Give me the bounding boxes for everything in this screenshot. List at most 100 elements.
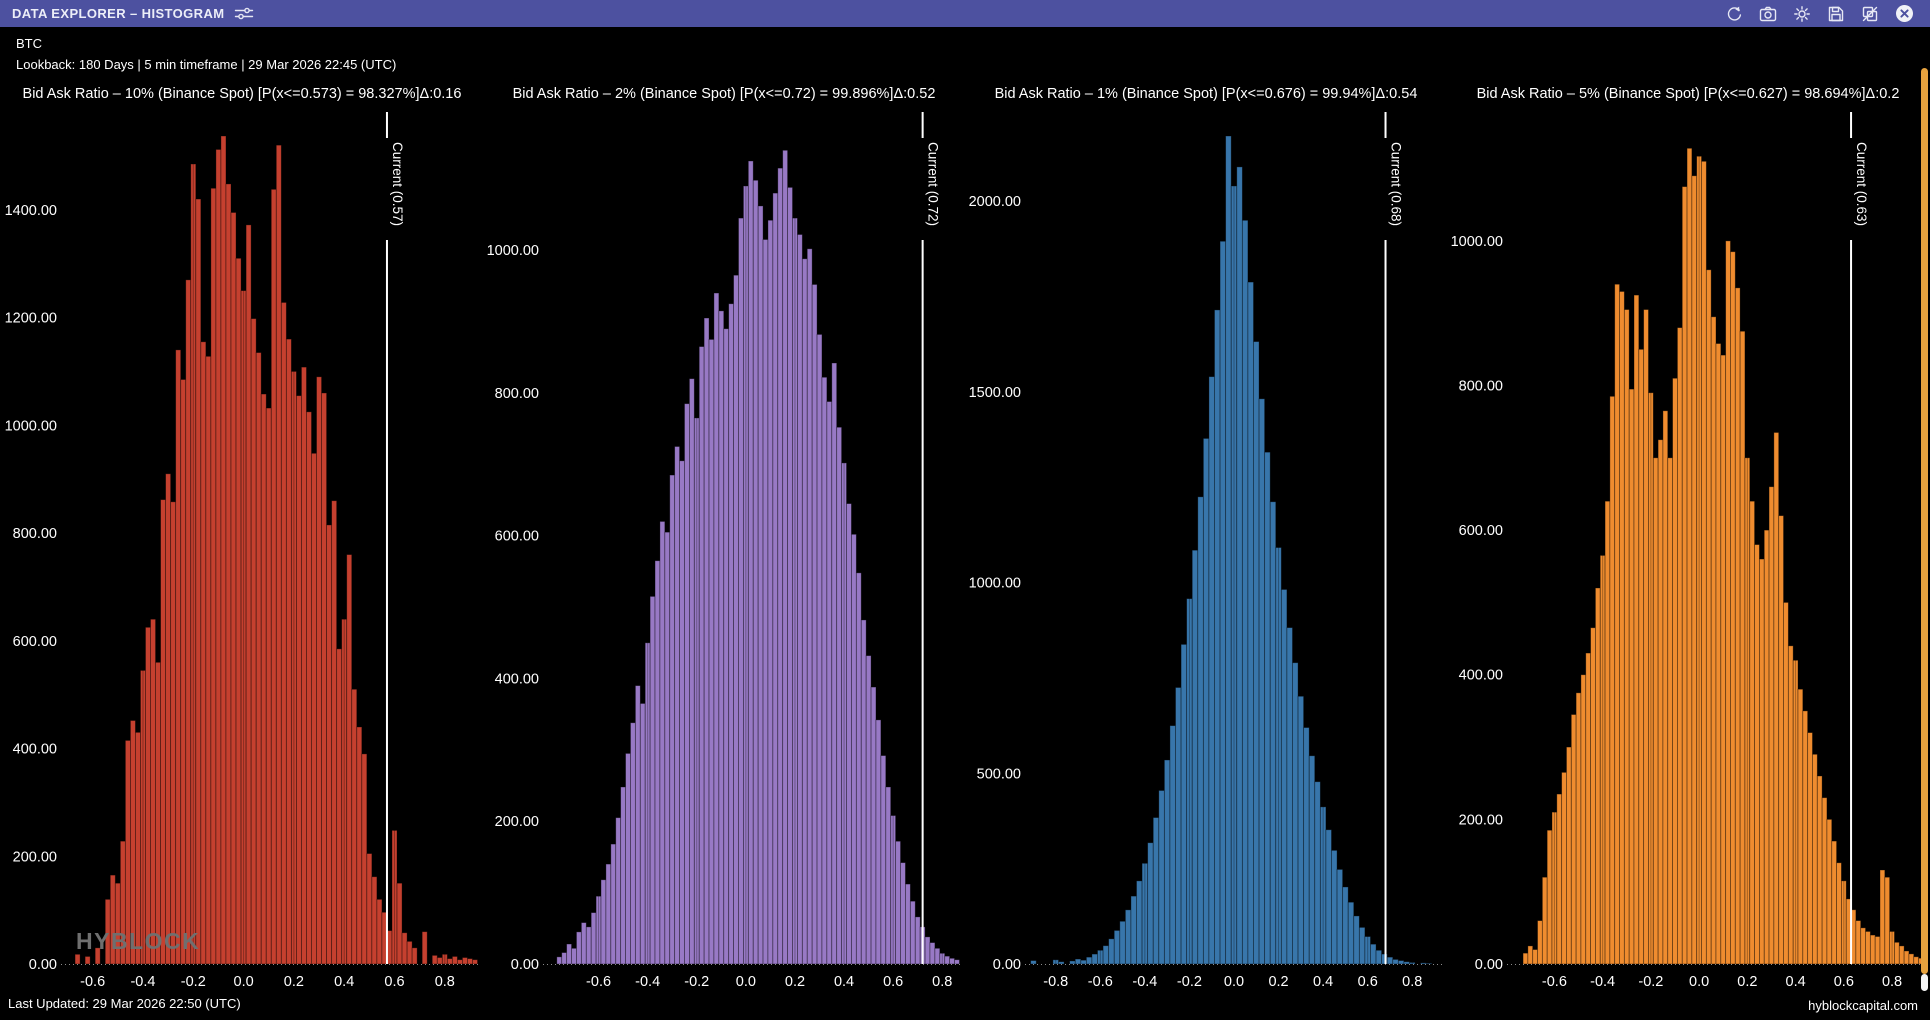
histogram-bar (1750, 501, 1755, 964)
hyblock-watermark: HYBLOCK (76, 928, 200, 955)
histogram-bar (1354, 916, 1360, 964)
histogram-bar (1198, 497, 1204, 964)
histogram-bar (1192, 550, 1198, 964)
histogram-bar (881, 756, 886, 964)
histogram-bar (377, 899, 382, 964)
histogram-bar (246, 225, 251, 964)
histogram-bar (1784, 602, 1789, 964)
histogram-bar (186, 280, 191, 964)
x-axis: -0.8-0.6-0.4-0.20.00.20.40.60.8 (1043, 974, 1422, 990)
x-axis: -0.6-0.4-0.20.00.20.40.60.8 (80, 974, 455, 990)
y-tick-label: 200.00 (1459, 812, 1503, 828)
histogram-bar (286, 339, 291, 964)
y-tick-label: 800.00 (495, 386, 539, 402)
histogram-bar (1702, 161, 1707, 964)
histogram-bar (251, 319, 256, 964)
histogram-bar (1774, 432, 1779, 964)
histogram-plot-bid-ask-2: 0.00200.00400.00600.00800.001000.00-0.6-… (483, 108, 965, 996)
histogram-bar (719, 311, 724, 964)
histogram-bar (1176, 687, 1182, 964)
current-value-label: Current (0.57) (390, 142, 405, 226)
histogram-bar (1404, 962, 1410, 964)
histogram-bar (925, 937, 930, 964)
histogram-bar (1812, 754, 1817, 964)
current-value-label: Current (0.72) (926, 142, 941, 226)
histogram-bar (1909, 954, 1914, 964)
histogram-bar (675, 447, 680, 965)
histogram-bar (462, 958, 467, 964)
histogram-bar (861, 620, 866, 964)
y-tick-label: 800.00 (13, 526, 57, 542)
histogram-bar (372, 877, 377, 964)
settings-icon[interactable] (1793, 5, 1811, 23)
x-tick-label: 0.4 (834, 974, 854, 990)
close-icon[interactable] (1895, 4, 1914, 23)
histogram-bar (748, 161, 753, 964)
histogram-bar (1562, 772, 1567, 964)
histogram-bar (901, 863, 906, 964)
histogram-bar (432, 955, 437, 964)
histogram-bar (1370, 944, 1376, 964)
histogram-bar (1586, 653, 1591, 964)
histogram-bar (611, 844, 616, 964)
histogram-bar (1808, 733, 1813, 964)
histogram-bar (1566, 747, 1571, 964)
histogram-bar (807, 249, 812, 964)
histogram-plot-bid-ask-5: 0.00200.00400.00600.00800.001000.00-0.6-… (1447, 108, 1929, 996)
gridlines (1056, 136, 1413, 964)
x-tick-label: 0.2 (1737, 974, 1757, 990)
chart-title: Bid Ask Ratio – 2% (Binance Spot) [P(x<=… (483, 86, 965, 108)
histogram-bar (847, 504, 852, 964)
histogram-bar (1265, 452, 1271, 964)
histogram-bar (1103, 946, 1109, 964)
histogram-bar (905, 884, 910, 964)
x-tick-label: -0.2 (684, 974, 709, 990)
histogram-bar (1634, 295, 1639, 964)
histogram-bar (166, 474, 171, 964)
histogram-bar (296, 396, 301, 964)
histogram-bar (457, 960, 462, 964)
histogram-bar (660, 521, 665, 964)
histogram-bar (447, 959, 452, 964)
x-tick-label: -0.4 (635, 974, 660, 990)
y-tick-label: 1200.00 (5, 311, 57, 327)
histogram-bar (281, 302, 286, 964)
scrollbar-thumb[interactable] (1921, 68, 1928, 974)
histogram-bar (452, 956, 457, 964)
histogram-bar (1692, 176, 1697, 964)
export-icon[interactable] (1861, 5, 1879, 23)
last-updated-label: Last Updated: 29 Mar 2026 22:50 (UTC) (8, 996, 241, 1011)
histogram-bar (621, 787, 626, 964)
histogram-bar (1421, 963, 1427, 964)
y-tick-label: 0.00 (29, 957, 57, 973)
histogram-bar (1092, 954, 1098, 964)
histogram-bar (1523, 953, 1528, 964)
histogram-bar (151, 619, 156, 964)
histogram-bar (1721, 355, 1726, 964)
histogram-plot-bid-ask-10: 0.00200.00400.00600.00800.001000.001200.… (1, 108, 483, 996)
save-icon[interactable] (1827, 5, 1845, 23)
histogram-bar (236, 258, 241, 964)
histogram-bar (1629, 389, 1634, 964)
histogram-bar (1070, 961, 1076, 964)
histogram-bar (758, 206, 763, 964)
histogram-bar (1624, 310, 1629, 964)
histogram-bar (576, 932, 581, 964)
histogram-bar (1711, 317, 1716, 964)
sliders-icon[interactable] (234, 6, 254, 21)
histogram-bar (261, 394, 266, 964)
site-link[interactable]: hyblockcapital.com (1808, 998, 1918, 1013)
histogram-bar (1331, 850, 1337, 964)
refresh-icon[interactable] (1725, 5, 1743, 23)
histogram-bar (1658, 440, 1663, 964)
histogram-bar (407, 941, 412, 964)
histogram-svg: 0.00200.00400.00600.00800.001000.00-0.6-… (1447, 108, 1929, 996)
camera-icon[interactable] (1759, 5, 1777, 23)
histogram-bar (812, 284, 817, 964)
histogram-bar (886, 787, 891, 964)
histogram-bar (332, 501, 337, 964)
histogram-bar (699, 347, 704, 964)
y-axis: 0.00200.00400.00600.00800.001000.00 (1451, 234, 1503, 973)
histogram-bar (930, 943, 935, 964)
histogram-bar (788, 187, 793, 964)
